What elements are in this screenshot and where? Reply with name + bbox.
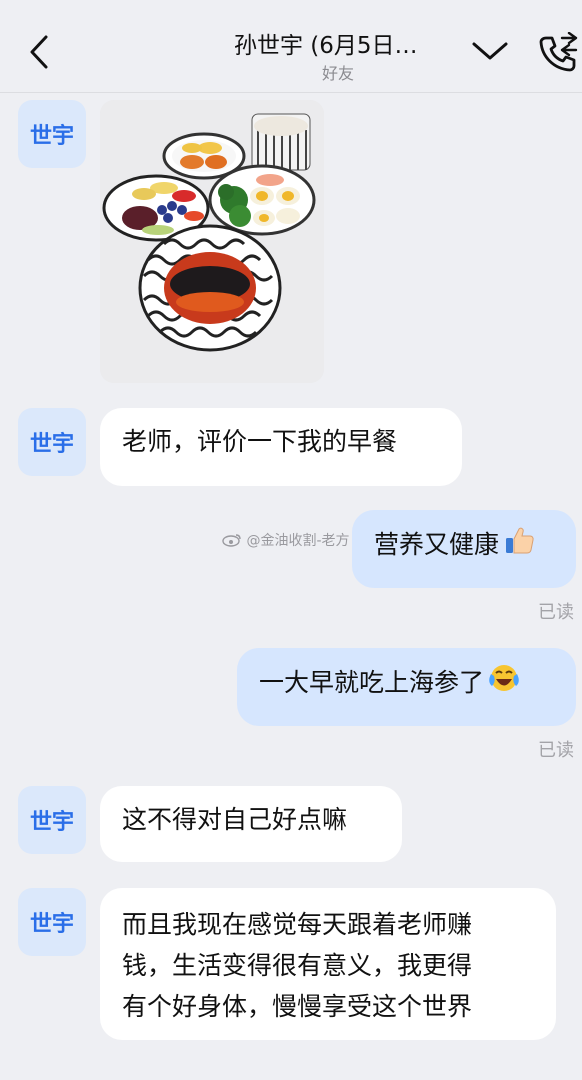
breakfast-image [100,100,324,383]
laugh-crying-icon [488,662,520,706]
contact-avatar[interactable]: 世宇 [18,100,86,168]
contact-avatar[interactable]: 世宇 [18,888,86,956]
watermark: @金油收割-老方 [222,530,350,550]
weibo-logo-icon [222,533,246,549]
chevron-down-icon [472,42,508,60]
chat-title[interactable]: 孙世宇 (6月5日… [234,26,418,60]
message-text: 一大早就吃上海参了 [259,668,485,697]
thumbs-up-icon [503,524,535,568]
message-bubble[interactable]: 营养又健康 [352,510,576,588]
watermark-text: @金油收割-老方 [246,533,350,549]
message-line: 有个好身体，慢慢享受这个世界 [122,992,473,1021]
contact-avatar[interactable]: 世宇 [18,786,86,854]
message-bubble[interactable]: 一大早就吃上海参了 [237,648,576,726]
message-line: 钱，生活变得很有意义，我更得 [122,951,473,980]
message-text: 营养又健康 [374,530,500,559]
expand-button[interactable] [470,36,510,66]
breakfast-photo[interactable] [100,100,324,383]
chat-header: 孙世宇 (6月5日… 好友 [0,0,582,93]
contact-avatar[interactable]: 世宇 [18,408,86,476]
message-bubble[interactable]: 老师，评价一下我的早餐 [100,408,462,486]
read-status: 已读 [538,740,574,761]
read-status: 已读 [538,602,574,623]
message-bubble[interactable]: 而且我现在感觉每天跟着老师赚 钱，生活变得很有意义，我更得 有个好身体，慢慢享受… [100,888,556,1040]
message-text: 这不得对自己好点嘛 [122,805,348,834]
phone-call-icon [539,31,578,72]
message-bubble[interactable]: 这不得对自己好点嘛 [100,786,402,862]
call-button[interactable] [536,31,578,74]
message-text: 老师，评价一下我的早餐 [122,427,398,456]
message-line: 而且我现在感觉每天跟着老师赚 [122,910,473,939]
